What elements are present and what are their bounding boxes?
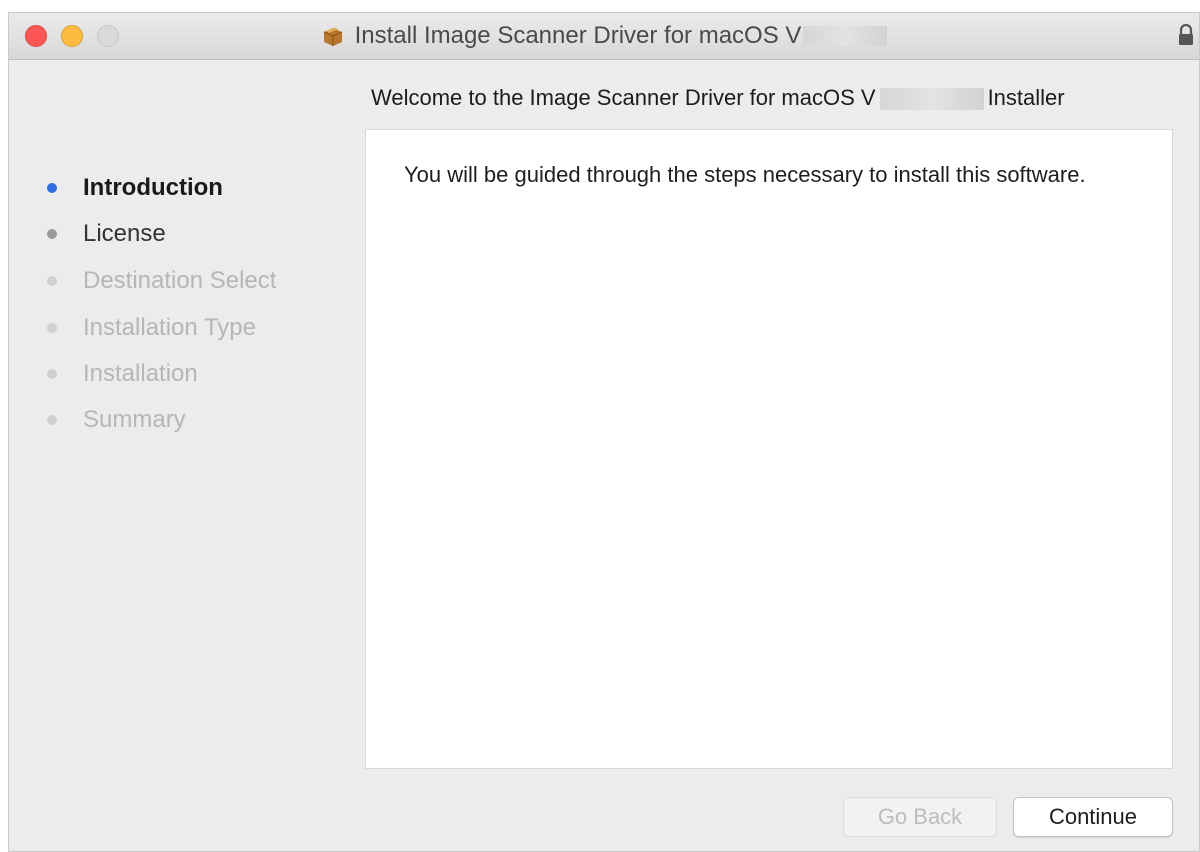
intro-text: You will be guided through the steps nec…: [404, 162, 1086, 187]
step-label: Installation: [83, 360, 198, 387]
redacted-version: [803, 26, 888, 46]
step-label: Summary: [83, 406, 186, 433]
step-installation: Installation: [47, 359, 198, 389]
step-label: Installation Type: [83, 314, 257, 341]
step-label: License: [83, 220, 166, 247]
installer-window: Install Image Scanner Driver for macOS V…: [8, 12, 1200, 852]
step-license: License: [47, 219, 166, 249]
go-back-button[interactable]: Go Back: [843, 797, 997, 837]
step-indicator-dot: [47, 415, 57, 425]
package-icon: [323, 27, 342, 46]
step-summary: Summary: [47, 405, 186, 435]
step-label: Introduction: [83, 174, 223, 201]
step-indicator-dot: [47, 229, 57, 239]
step-label: Destination Select: [83, 267, 277, 294]
step-indicator-dot: [47, 323, 57, 333]
step-introduction: Introduction: [47, 173, 223, 203]
content-pane: You will be guided through the steps nec…: [365, 129, 1173, 769]
steps-sidebar: Introduction License Destination Select …: [9, 59, 349, 851]
window-title: Install Image Scanner Driver for macOS V: [354, 22, 802, 49]
step-destination-select: Destination Select: [47, 266, 276, 296]
continue-button[interactable]: Continue: [1013, 797, 1173, 837]
step-indicator-dot: [47, 369, 57, 379]
page-heading-prefix: Welcome to the Image Scanner Driver for …: [371, 85, 876, 110]
title-bar[interactable]: Install Image Scanner Driver for macOS V: [9, 13, 1199, 60]
step-indicator-dot: [47, 183, 57, 193]
lock-icon: [1179, 23, 1193, 45]
page-heading: Welcome to the Image Scanner Driver for …: [371, 85, 1065, 111]
redacted-version: [879, 88, 984, 111]
step-indicator-dot: [47, 276, 57, 286]
step-installation-type: Installation Type: [47, 313, 256, 343]
window-title-group: Install Image Scanner Driver for macOS V: [9, 13, 1199, 59]
page-heading-suffix: Installer: [987, 85, 1065, 110]
